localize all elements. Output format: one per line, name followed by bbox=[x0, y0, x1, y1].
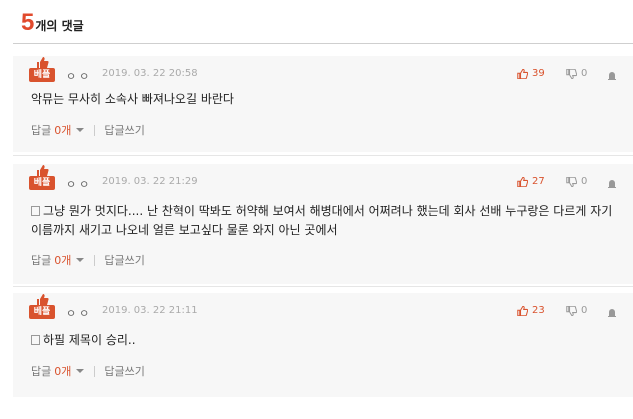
dislike-button[interactable]: 0 bbox=[566, 68, 587, 79]
comments-header: 5 개의 댓글 bbox=[21, 9, 84, 43]
report-icon[interactable] bbox=[607, 176, 617, 188]
comment-divider bbox=[13, 155, 633, 156]
chevron-down-icon bbox=[76, 258, 85, 262]
reply-count: 0개 bbox=[54, 124, 72, 137]
like-button[interactable]: 39 bbox=[517, 68, 545, 79]
thumbs-up-icon bbox=[517, 176, 528, 187]
comment-date: 2019. 03. 22 20:58 bbox=[102, 68, 198, 79]
comment-count-label: 개의 댓글 bbox=[35, 19, 84, 33]
comment-item: 베플 ㅇㅇ 2019. 03. 22 21:11 23 0 하필 제목이 승리.… bbox=[13, 293, 633, 397]
comment-actions: 답글 0개 답글쓰기 bbox=[31, 363, 145, 379]
reply-toggle[interactable]: 답글 0개 bbox=[31, 122, 85, 138]
like-count: 39 bbox=[532, 68, 545, 79]
reply-count: 0개 bbox=[54, 254, 72, 267]
thumbs-up-icon bbox=[517, 68, 528, 79]
comment-author[interactable]: ㅇㅇ bbox=[66, 176, 92, 192]
dislike-button[interactable]: 0 bbox=[566, 176, 587, 187]
report-icon[interactable] bbox=[607, 68, 617, 80]
reply-toggle[interactable]: 답글 0개 bbox=[31, 252, 85, 268]
report-icon[interactable] bbox=[607, 305, 617, 317]
like-count: 23 bbox=[532, 305, 545, 316]
thumbs-up-icon bbox=[517, 305, 528, 316]
comment-count: 5 bbox=[21, 9, 35, 36]
action-divider bbox=[94, 254, 96, 266]
best-comment-badge: 베플 bbox=[29, 57, 55, 83]
reply-label: 답글 bbox=[31, 365, 52, 378]
reply-label: 답글 bbox=[31, 254, 52, 267]
comment-text: 하필 제목이 승리.. bbox=[31, 331, 621, 350]
comment-date: 2019. 03. 22 21:11 bbox=[102, 305, 198, 316]
document-icon bbox=[31, 206, 40, 216]
comment-actions: 답글 0개 답글쓰기 bbox=[31, 122, 145, 138]
comment-item: 베플 ㅇㅇ 2019. 03. 22 21:29 27 0 그냥 뭔가 멋지다.… bbox=[13, 164, 633, 284]
reply-label: 답글 bbox=[31, 124, 52, 137]
comment-actions: 답글 0개 답글쓰기 bbox=[31, 252, 145, 268]
chevron-down-icon bbox=[76, 369, 85, 373]
thumbs-down-icon bbox=[566, 176, 577, 187]
write-reply-link[interactable]: 답글쓰기 bbox=[104, 252, 144, 268]
comment-text: 그냥 뭔가 멋지다.... 난 찬혁이 딱봐도 허약해 보여서 해병대에서 어쩌… bbox=[31, 204, 613, 237]
comment-divider bbox=[13, 286, 633, 287]
thumbs-down-icon bbox=[566, 305, 577, 316]
thumbs-down-icon bbox=[566, 68, 577, 79]
document-icon bbox=[31, 335, 40, 345]
comment-text: 악뮤는 무사히 소속사 빠져나오길 바란다 bbox=[31, 92, 234, 106]
dislike-count: 0 bbox=[581, 68, 588, 79]
like-button[interactable]: 23 bbox=[517, 305, 545, 316]
best-comment-tag: 베플 bbox=[29, 305, 55, 319]
comment-date: 2019. 03. 22 21:29 bbox=[102, 176, 198, 187]
chevron-down-icon bbox=[76, 128, 85, 132]
header-divider bbox=[13, 43, 633, 44]
like-button[interactable]: 27 bbox=[517, 176, 545, 187]
comment-item: 베플 ㅇㅇ 2019. 03. 22 20:58 39 0 악뮤는 무사히 소속… bbox=[13, 56, 633, 152]
dislike-button[interactable]: 0 bbox=[566, 305, 587, 316]
action-divider bbox=[94, 365, 96, 377]
best-comment-badge: 베플 bbox=[29, 294, 55, 320]
dislike-count: 0 bbox=[581, 176, 588, 187]
comment-author[interactable]: ㅇㅇ bbox=[66, 305, 92, 321]
action-divider bbox=[94, 124, 96, 136]
reply-count: 0개 bbox=[54, 365, 72, 378]
comment-author[interactable]: ㅇㅇ bbox=[66, 68, 92, 84]
like-count: 27 bbox=[532, 176, 545, 187]
reply-toggle[interactable]: 답글 0개 bbox=[31, 363, 85, 379]
write-reply-link[interactable]: 답글쓰기 bbox=[104, 363, 144, 379]
write-reply-link[interactable]: 답글쓰기 bbox=[104, 122, 144, 138]
best-comment-tag: 베플 bbox=[29, 68, 55, 82]
best-comment-tag: 베플 bbox=[29, 176, 55, 190]
dislike-count: 0 bbox=[581, 305, 588, 316]
best-comment-badge: 베플 bbox=[29, 165, 55, 191]
